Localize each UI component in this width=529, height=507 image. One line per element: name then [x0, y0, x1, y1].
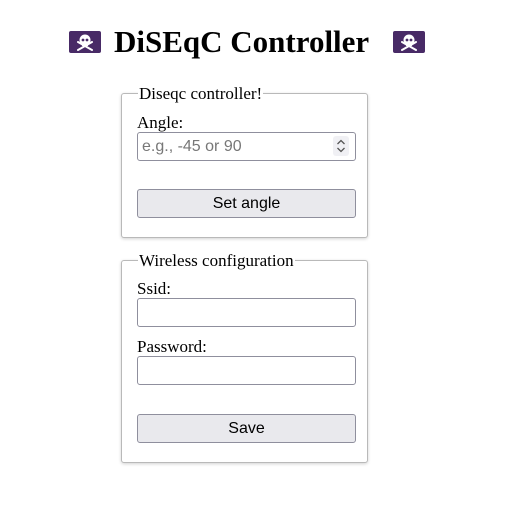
set-angle-button[interactable]: Set angle: [137, 189, 356, 218]
ssid-input[interactable]: [137, 298, 356, 327]
password-input[interactable]: [137, 356, 356, 385]
angle-spinner[interactable]: [333, 136, 349, 156]
diseqc-controller-fieldset: Diseqc controller! Angle: Set angle: [121, 84, 368, 238]
angle-label: Angle:: [137, 113, 184, 132]
page-header: DiSEqC Controller: [0, 22, 529, 62]
wireless-legend: Wireless configuration: [138, 251, 295, 270]
skull-crossbones-icon: [69, 31, 101, 53]
page-title: DiSEqC Controller: [114, 24, 370, 59]
skull-crossbones-icon: [393, 31, 425, 53]
spinner-arrows-icon: [337, 139, 345, 153]
password-label: Password:: [137, 337, 207, 356]
save-button[interactable]: Save: [137, 414, 356, 443]
diseqc-legend: Diseqc controller!: [138, 84, 264, 103]
angle-input[interactable]: [137, 132, 356, 161]
wireless-configuration-fieldset: Wireless configuration Ssid: Password: S…: [121, 251, 368, 463]
ssid-label: Ssid:: [137, 279, 172, 298]
